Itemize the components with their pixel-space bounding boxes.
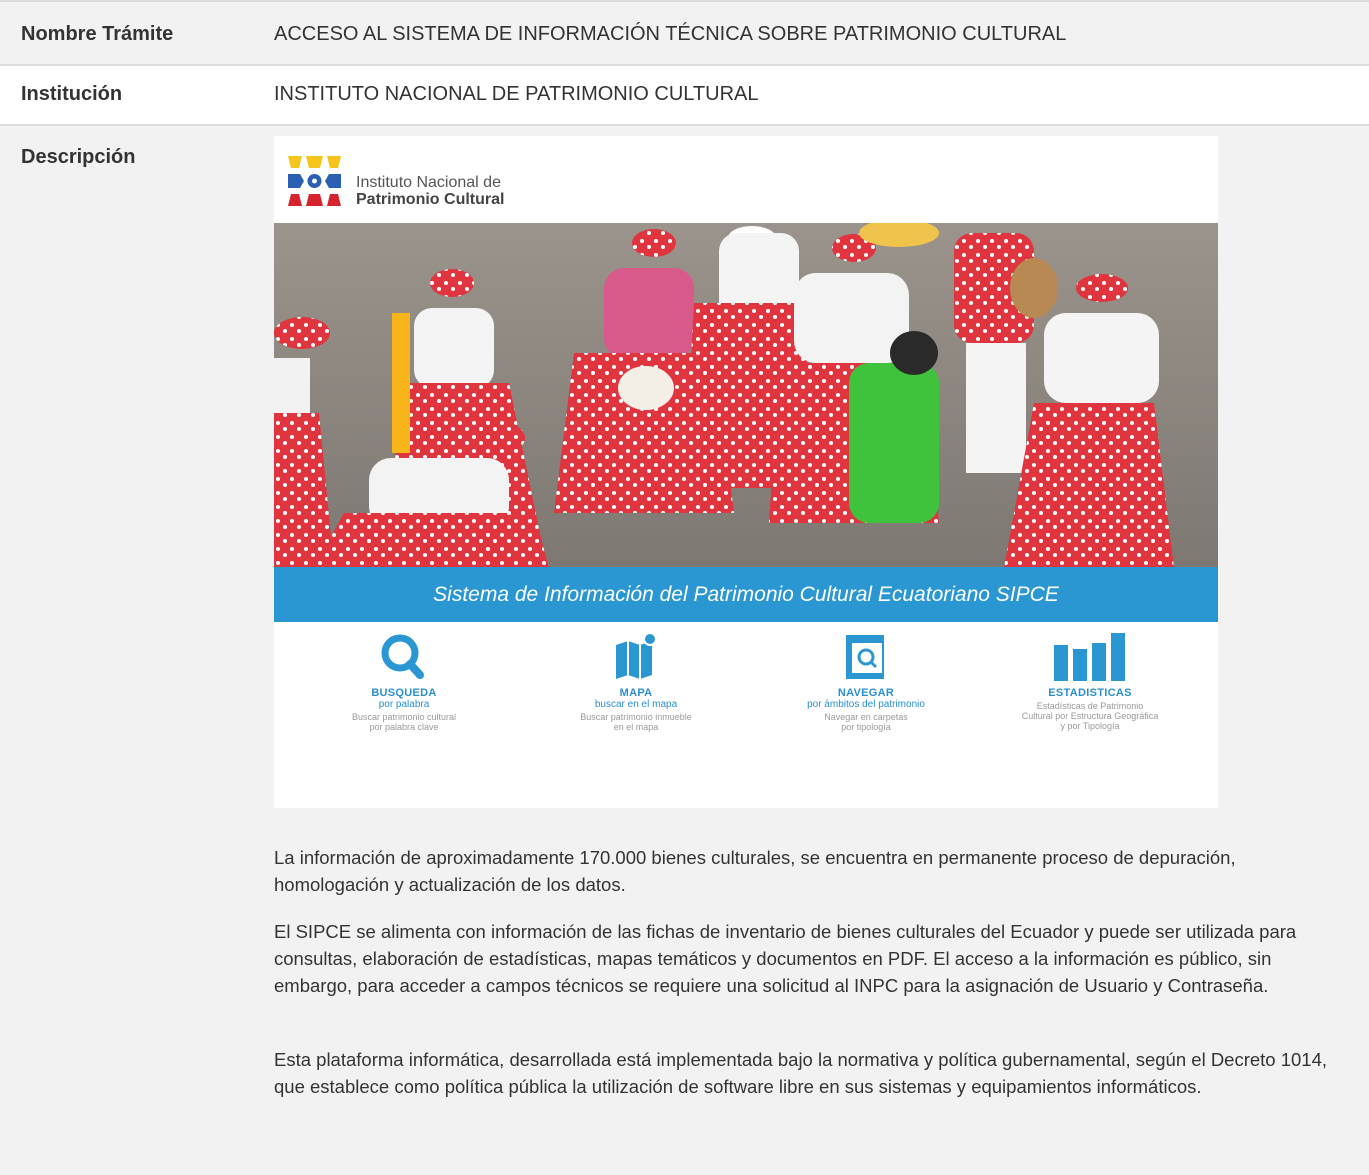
feature-busqueda-desc: Buscar patrimonio cultural por palabra c… (351, 712, 457, 732)
search-icon (374, 631, 434, 683)
descripcion-label: Descripción (21, 146, 136, 168)
nombre-tramite-value: ACCESO AL SISTEMA DE INFORMACIÓN TÉCNICA… (274, 23, 1067, 45)
row-nombre-tramite: Nombre Trámite ACCESO AL SISTEMA DE INFO… (0, 0, 1369, 66)
description-paragraph-1: La información de aproximadamente 170.00… (274, 847, 1236, 895)
sipce-banner-image: Instituto Nacional de Patrimonio Cultura… (274, 136, 1218, 808)
banner-title: Sistema de Información del Patrimonio Cu… (433, 583, 1059, 606)
feature-estadisticas: ESTADISTICAS Estadísticas de Patrimonio … (990, 631, 1190, 731)
feature-estadisticas-title: ESTADISTICAS (1048, 687, 1132, 699)
folder-search-icon (836, 631, 896, 683)
feature-navegar-title: NAVEGAR (837, 687, 895, 699)
description-paragraph-2: El SIPCE se alimenta con información de … (274, 921, 1297, 996)
feature-mapa-title: MAPA (619, 687, 653, 699)
nombre-tramite-label: Nombre Trámite (21, 23, 174, 45)
feature-mapa-subtitle: buscar en el mapa (594, 699, 678, 710)
feature-navegar: NAVEGAR por ámbitos del patrimonio Naveg… (766, 631, 966, 732)
map-icon (606, 631, 666, 683)
bar-chart-icon (1054, 631, 1125, 683)
feature-busqueda: BUSQUEDA por palabra Buscar patrimonio c… (304, 631, 504, 732)
feature-navegar-subtitle: por ámbitos del patrimonio (807, 699, 925, 710)
feature-mapa: MAPA buscar en el mapa Buscar patrimonio… (536, 631, 736, 732)
institucion-label: Institución (21, 83, 123, 105)
feature-busqueda-title: BUSQUEDA (371, 687, 437, 699)
feature-busqueda-subtitle: por palabra (378, 699, 430, 710)
inpc-logo (288, 156, 341, 206)
logo-text-line1: Instituto Nacional de (356, 174, 501, 191)
logo-text-line2: Patrimonio Cultural (356, 191, 505, 208)
logo-text: Instituto Nacional de Patrimonio Cultura… (356, 174, 504, 208)
row-institucion: Institución INSTITUTO NACIONAL DE PATRIM… (0, 66, 1369, 124)
description-paragraph-3: Esta plataforma informática, desarrollad… (274, 1049, 1328, 1097)
feature-mapa-desc: Buscar patrimonio inmueble en el mapa (580, 712, 692, 732)
feature-estadisticas-desc: Estadísticas de Patrimonio Cultural por … (1021, 701, 1159, 731)
banner-title-stripe: Sistema de Información del Patrimonio Cu… (274, 567, 1218, 622)
dancers-photo (274, 223, 1218, 568)
feature-navegar-desc: Navegar en carpetas por tipología (824, 712, 908, 732)
institucion-value: INSTITUTO NACIONAL DE PATRIMONIO CULTURA… (274, 83, 759, 105)
